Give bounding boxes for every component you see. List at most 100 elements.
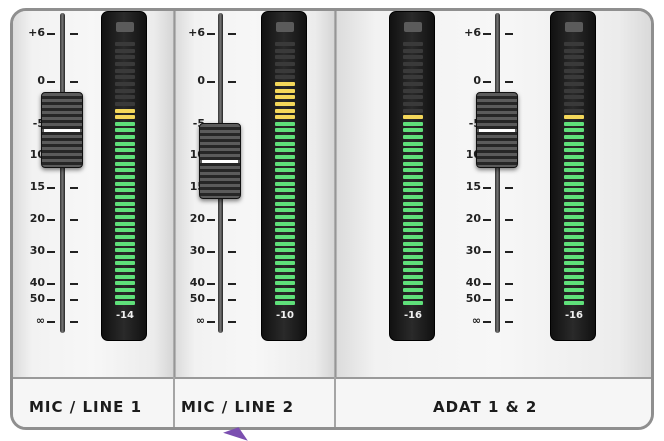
meter-segment <box>403 55 423 60</box>
fader-scale-tick <box>47 81 55 83</box>
meter-segment <box>275 194 295 199</box>
clip-indicator <box>276 22 294 32</box>
fader-scale-label: 30 <box>29 244 45 257</box>
meter-segment <box>564 281 584 286</box>
channel-label-mic-line-2[interactable]: MIC / LINE 2 <box>181 398 294 416</box>
fader-scale-label: 0 <box>37 74 45 87</box>
label-separator <box>334 377 336 427</box>
meter-segment <box>115 228 135 233</box>
fader-scale-label: ∞ <box>195 314 205 327</box>
fader-scale-tick <box>207 251 215 253</box>
meter-segment <box>115 135 135 140</box>
fader-scale-tick <box>70 33 78 35</box>
meter-segment <box>115 201 135 206</box>
meter-segment <box>564 115 584 120</box>
meter-segment <box>403 248 423 253</box>
meter-segment <box>403 108 423 113</box>
meter-segment <box>403 294 423 299</box>
meter-segment <box>403 81 423 86</box>
meter-segment <box>564 55 584 60</box>
meter-segment <box>403 115 423 120</box>
fader-scale-tick <box>70 251 78 253</box>
fader-scale-tick <box>228 33 236 35</box>
meter-segment <box>275 214 295 219</box>
meter-segment <box>275 241 295 246</box>
fader-handle-marker <box>202 160 238 164</box>
fader-scale-label: 30 <box>465 244 481 257</box>
fader-scale-tick <box>483 187 491 189</box>
meter-segment <box>115 81 135 86</box>
meter-segment <box>564 108 584 113</box>
meter-segment <box>403 268 423 273</box>
fader-track <box>495 13 500 333</box>
meter-peak-value: -16 <box>403 310 423 321</box>
meter-peak-value: -16 <box>564 310 584 321</box>
meter-segment <box>115 48 135 53</box>
meter-segment <box>115 241 135 246</box>
fader-scale-tick <box>228 321 236 323</box>
meter-segment <box>275 61 295 66</box>
meter-segment <box>403 208 423 213</box>
fader-scale-label: +6 <box>464 26 481 39</box>
meter-segment <box>403 135 423 140</box>
fader-scale-tick <box>483 33 491 35</box>
meter-segment <box>115 115 135 120</box>
fader-scale-tick <box>228 283 236 285</box>
meter-segment <box>275 288 295 293</box>
meter-segment <box>115 101 135 106</box>
fader-scale-tick <box>483 283 491 285</box>
channel-label-adat-1-2[interactable]: ADAT 1 & 2 <box>433 398 537 416</box>
fader-scale-tick <box>70 283 78 285</box>
fader-handle-marker <box>479 129 515 133</box>
meter-segment <box>564 88 584 93</box>
meter-segment <box>403 128 423 133</box>
meter-segment <box>275 135 295 140</box>
fader-scale-label: 50 <box>189 292 205 305</box>
fader-handle[interactable] <box>199 123 241 200</box>
fader-scale-tick <box>70 81 78 83</box>
meter-segment <box>275 88 295 93</box>
fader-scale-label: 50 <box>465 292 481 305</box>
meter-segment <box>275 81 295 86</box>
meter-segment <box>115 288 135 293</box>
meter-segment <box>564 268 584 273</box>
fader-handle[interactable] <box>41 92 83 169</box>
meter-segment <box>115 208 135 213</box>
fader-scale-tick <box>70 187 78 189</box>
channel-label-mic-line-1[interactable]: MIC / LINE 1 <box>29 398 142 416</box>
meter-segment <box>403 68 423 73</box>
level-meter: -16 <box>389 11 435 341</box>
fader-scale-tick <box>505 187 513 189</box>
fader-scale-label: 20 <box>189 212 205 225</box>
meter-segment <box>275 234 295 239</box>
fader-track <box>60 13 65 333</box>
meter-segment <box>403 274 423 279</box>
meter-segment <box>403 254 423 259</box>
fader-handle[interactable] <box>476 92 518 169</box>
meter-segment <box>115 301 135 306</box>
fader-scale-tick <box>228 219 236 221</box>
fader-scale-tick <box>505 81 513 83</box>
meter-segment <box>564 155 584 160</box>
level-meter: -10 <box>261 11 307 341</box>
meter-segment <box>275 108 295 113</box>
fader-scale-tick <box>483 251 491 253</box>
meter-segment <box>403 148 423 153</box>
fader-scale-tick <box>207 299 215 301</box>
fader-scale-label: 40 <box>189 276 205 289</box>
meter-segment <box>564 301 584 306</box>
fader-scale-tick <box>47 219 55 221</box>
meter-segment <box>564 42 584 46</box>
meter-segment <box>275 68 295 73</box>
meter-segment <box>275 188 295 193</box>
fader-scale-label: ∞ <box>471 314 481 327</box>
meter-segment <box>403 161 423 166</box>
meter-segment <box>275 228 295 233</box>
fader-scale-label: 20 <box>465 212 481 225</box>
fader-scale-tick <box>228 251 236 253</box>
clip-indicator <box>565 22 583 32</box>
meter-segment <box>115 95 135 100</box>
meter-segment <box>403 75 423 80</box>
meter-segment <box>115 88 135 93</box>
fader-scale-tick <box>207 283 215 285</box>
